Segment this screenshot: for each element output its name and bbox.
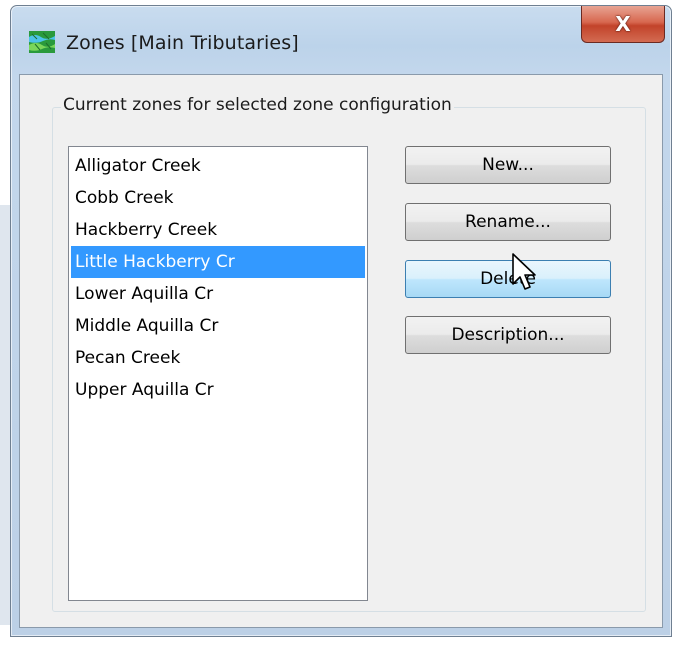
list-item[interactable]: Lower Aquilla Cr: [71, 278, 365, 310]
list-item[interactable]: Middle Aquilla Cr: [71, 310, 365, 342]
new-button[interactable]: New...: [405, 146, 611, 184]
title-bar[interactable]: Zones [Main Tributaries] X: [11, 6, 671, 74]
mouse-pointer-icon: [510, 252, 540, 294]
list-item[interactable]: Upper Aquilla Cr: [71, 374, 365, 406]
delete-button[interactable]: Delete: [405, 260, 611, 298]
zones-listbox[interactable]: Alligator Creek Cobb Creek Hackberry Cre…: [68, 146, 368, 601]
zones-groupbox: Current zones for selected zone configur…: [52, 95, 646, 612]
zones-dialog: Zones [Main Tributaries] X Current zones…: [10, 5, 672, 637]
close-button[interactable]: X: [581, 6, 665, 43]
list-item[interactable]: Cobb Creek: [71, 182, 365, 214]
rename-button[interactable]: Rename...: [405, 203, 611, 241]
groupbox-label: Current zones for selected zone configur…: [61, 95, 454, 115]
zones-map-icon: [29, 31, 55, 53]
description-button[interactable]: Description...: [405, 316, 611, 354]
list-item-selected[interactable]: Little Hackberry Cr: [71, 246, 365, 278]
close-icon: X: [615, 12, 631, 36]
window-title: Zones [Main Tributaries]: [66, 32, 299, 54]
list-item[interactable]: Hackberry Creek: [71, 214, 365, 246]
dialog-client-area: Current zones for selected zone configur…: [19, 74, 663, 628]
desktop-background: [0, 205, 10, 625]
list-item[interactable]: Alligator Creek: [71, 150, 365, 182]
list-item[interactable]: Pecan Creek: [71, 342, 365, 374]
